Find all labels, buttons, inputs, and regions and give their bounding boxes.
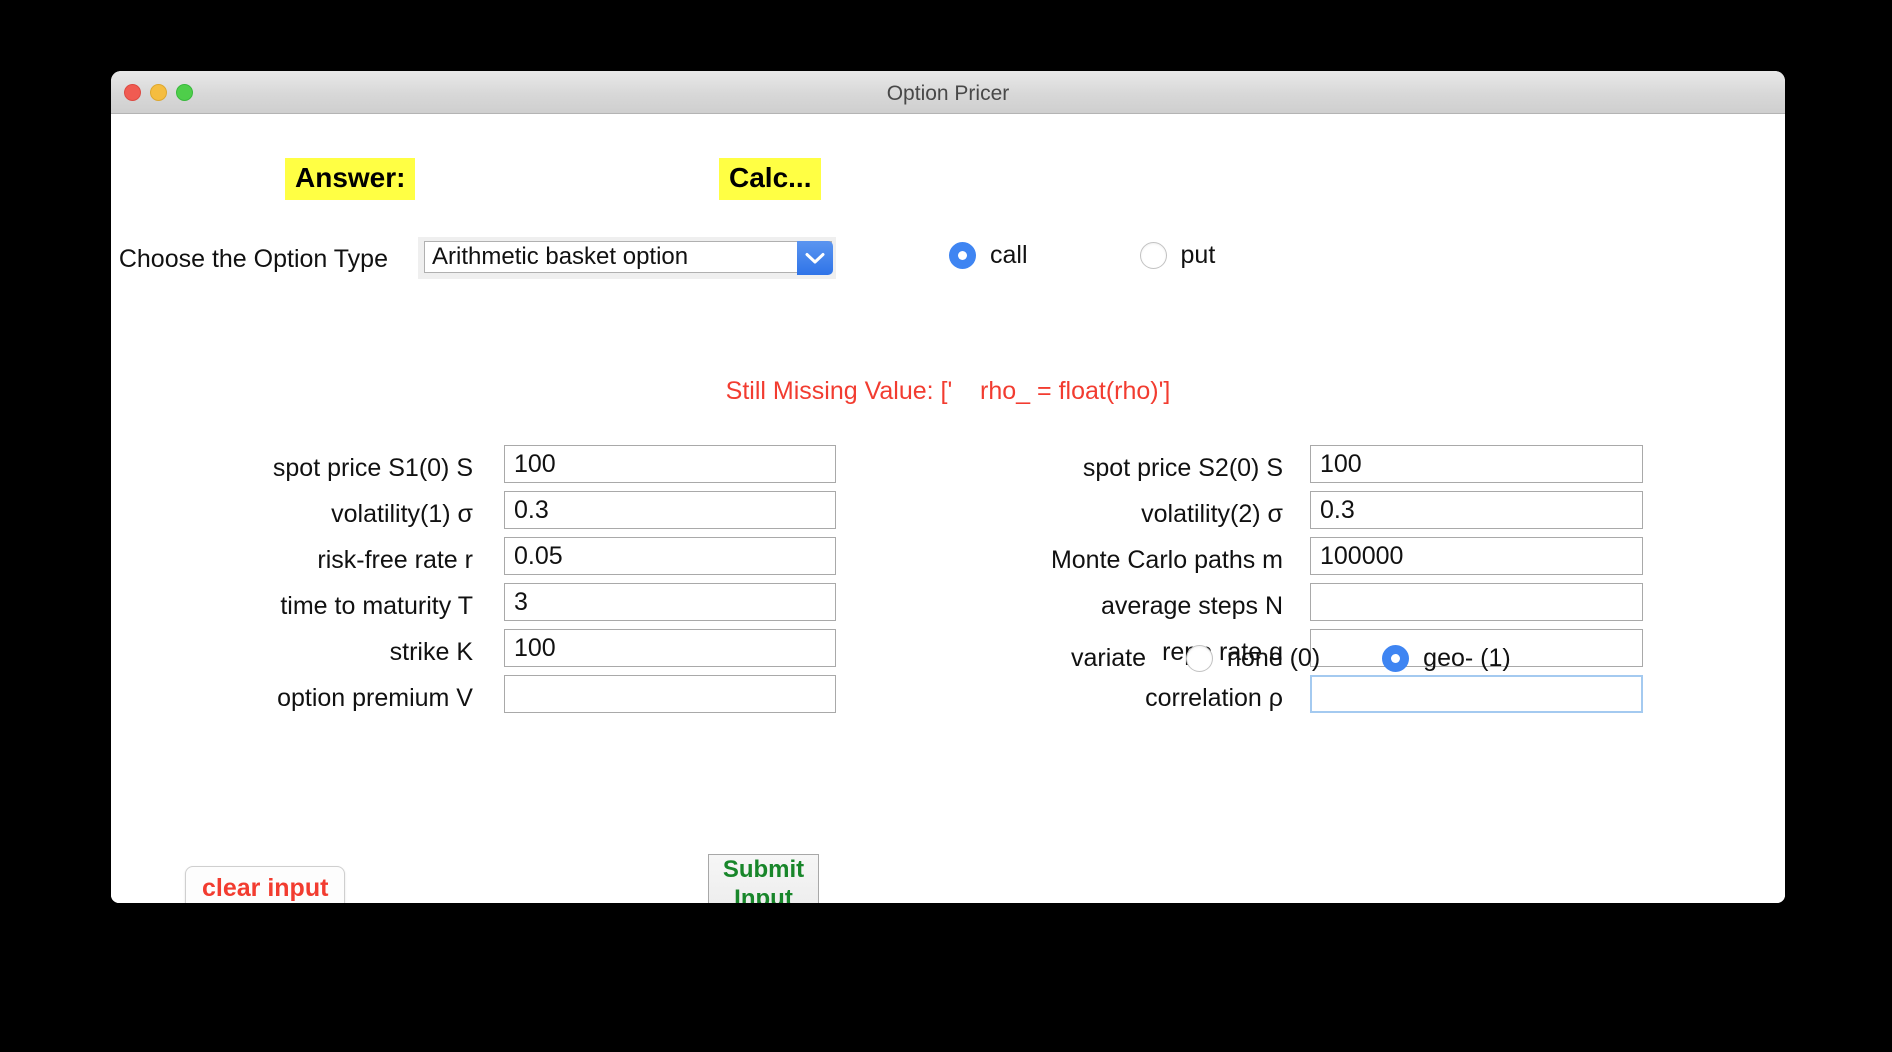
field-input-spot-price-s2[interactable]: 100	[1310, 445, 1643, 483]
field-input-average-steps[interactable]	[1310, 583, 1643, 621]
field-input-monte-carlo-paths[interactable]: 100000	[1310, 537, 1643, 575]
radio-call[interactable]	[949, 242, 976, 269]
app-window: Option Pricer Answer: Calc... Choose the…	[111, 71, 1785, 903]
field-input-risk-free-rate[interactable]: 0.05	[504, 537, 836, 575]
field-label-time-to-maturity: time to maturity T	[280, 592, 473, 620]
field-input-time-to-maturity[interactable]: 3	[504, 583, 836, 621]
field-input-spot-price-s1[interactable]: 100	[504, 445, 836, 483]
field-label-option-premium: option premium V	[277, 684, 473, 712]
field-input-option-premium[interactable]	[504, 675, 836, 713]
option-type-select-container[interactable]: Arithmetic basket option	[418, 237, 836, 279]
radio-put-label: put	[1180, 241, 1216, 269]
field-input-volatility-1[interactable]: 0.3	[504, 491, 836, 529]
clear-input-button[interactable]: clear input	[185, 866, 346, 903]
field-label-correlation: correlation ρ	[1145, 684, 1283, 712]
field-label-volatility-1: volatility(1) σ	[331, 500, 473, 528]
field-input-strike[interactable]: 100	[504, 629, 836, 667]
radio-variate-geo[interactable]	[1382, 645, 1410, 672]
submit-input-line2: Input	[734, 885, 793, 903]
submit-input-button[interactable]: Submit Input	[708, 854, 819, 903]
variate-label: variate	[1071, 644, 1147, 672]
radio-put[interactable]	[1139, 242, 1167, 269]
app-content: Answer: Calc... Choose the Option Type A…	[111, 114, 1785, 903]
chevron-down-icon[interactable]	[797, 241, 833, 275]
field-label-monte-carlo-paths: Monte Carlo paths m	[1050, 546, 1283, 574]
variate-radio-group: variate none (0) geo- (1)	[1071, 644, 1511, 673]
field-label-risk-free-rate: risk-free rate r	[317, 546, 473, 574]
field-label-average-steps: average steps N	[1100, 592, 1283, 620]
radio-variate-geo-label: geo- (1)	[1423, 644, 1511, 672]
window-titlebar: Option Pricer	[111, 71, 1785, 114]
field-label-strike: strike K	[389, 638, 473, 666]
submit-input-line1: Submit	[722, 856, 805, 884]
field-input-correlation[interactable]	[1309, 674, 1644, 714]
field-label-volatility-2: volatility(2) σ	[1141, 500, 1283, 528]
radio-variate-none[interactable]	[1186, 645, 1214, 672]
error-message: Still Missing Value: [' rho_ = float(rho…	[725, 377, 1171, 405]
option-type-selected-value: Arithmetic basket option	[432, 243, 689, 270]
window-title: Option Pricer	[886, 82, 1010, 105]
calc-banner: Calc...	[719, 158, 822, 200]
answer-banner: Answer:	[285, 158, 416, 200]
option-type-select[interactable]: Arithmetic basket option	[424, 241, 833, 275]
field-label-spot-price-s2: spot price S2(0) S	[1082, 454, 1283, 482]
radio-variate-none-label: none (0)	[1227, 644, 1321, 672]
field-label-spot-price-s1: spot price S1(0) S	[272, 454, 473, 482]
option-type-label: Choose the Option Type	[118, 245, 388, 273]
call-put-radio-group: call put	[949, 241, 1215, 270]
field-input-volatility-2[interactable]: 0.3	[1310, 491, 1643, 529]
radio-call-label: call	[990, 241, 1028, 269]
